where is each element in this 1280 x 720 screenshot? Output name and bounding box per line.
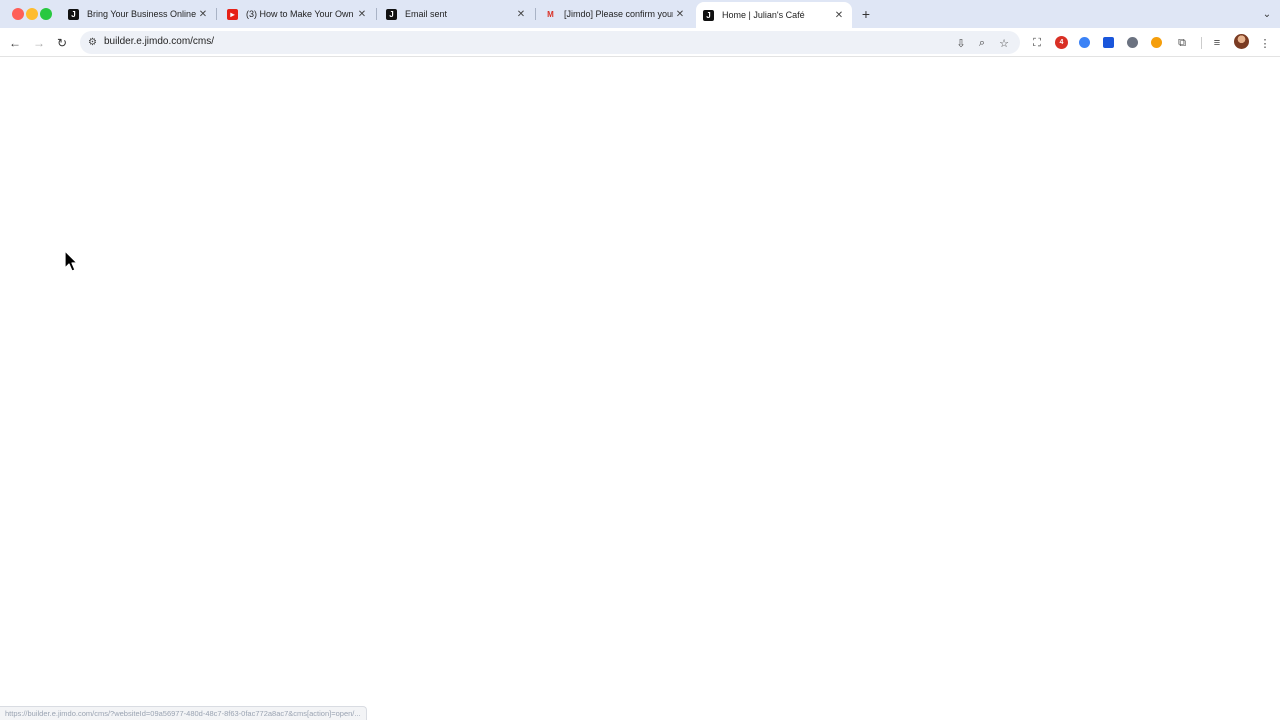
jimdo-icon: J xyxy=(386,8,397,20)
reading-list-icon[interactable]: ≡ xyxy=(1209,35,1225,51)
extension-translate-icon[interactable] xyxy=(1103,37,1114,48)
new-tab-icon[interactable]: + xyxy=(858,6,874,22)
reload-icon[interactable]: ↻ xyxy=(53,34,71,52)
back-icon[interactable]: ← xyxy=(6,34,24,52)
close-tab-icon[interactable]: ✕ xyxy=(673,7,687,21)
extensions-puzzle-icon[interactable]: ⧉ xyxy=(1174,35,1190,51)
close-tab-icon[interactable]: ✕ xyxy=(832,8,846,22)
tab-email-sent[interactable]: J Email sent ✕ xyxy=(380,3,532,25)
tab-bring-your-business-online[interactable]: J Bring Your Business Online | W ✕ xyxy=(62,3,214,25)
maximize-window-button[interactable] xyxy=(40,8,52,20)
tab-separator xyxy=(535,8,536,20)
tab-home-julians-cafe[interactable]: J Home | Julian's Café ✕ xyxy=(696,2,852,28)
more-menu-icon[interactable]: ⋮ xyxy=(1257,35,1273,51)
zoom-icon[interactable]: ⌕ xyxy=(974,35,990,51)
chevron-down-icon[interactable]: ⌄ xyxy=(1259,6,1275,22)
tab-title: (3) How to Make Your Own W xyxy=(246,9,355,19)
status-bar-url: https://builder.e.jimdo.com/cms/?website… xyxy=(0,706,367,720)
tab-title: Email sent xyxy=(405,9,448,19)
mouse-cursor-icon xyxy=(64,250,78,272)
browser-toolbar: ← → ↻ ⚙ builder.e.jimdo.com/cms/ ⇩ ⌕ ☆ ⛶… xyxy=(0,28,1280,57)
tab-strip: J Bring Your Business Online | W ✕ ▸ (3)… xyxy=(0,0,1280,28)
browser-window: J Bring Your Business Online | W ✕ ▸ (3)… xyxy=(0,0,1280,720)
address-url[interactable]: builder.e.jimdo.com/cms/ xyxy=(104,36,214,47)
jimdo-icon: J xyxy=(703,9,714,21)
jimdo-icon: J xyxy=(68,8,79,20)
gmail-icon: M xyxy=(547,9,554,19)
extension-color-icon[interactable] xyxy=(1151,37,1162,48)
screenshot-icon[interactable]: ⛶ xyxy=(1029,35,1045,51)
close-tab-icon[interactable]: ✕ xyxy=(514,7,528,21)
toolbar-separator xyxy=(1201,37,1202,49)
site-info-icon[interactable]: ⚙ xyxy=(86,36,99,49)
close-tab-icon[interactable]: ✕ xyxy=(355,7,369,21)
youtube-icon: ▸ xyxy=(227,8,238,20)
bookmark-star-icon[interactable]: ☆ xyxy=(996,35,1012,51)
address-bar[interactable]: ⚙ builder.e.jimdo.com/cms/ xyxy=(80,31,1020,54)
install-app-icon[interactable]: ⇩ xyxy=(953,35,969,51)
forward-icon[interactable]: → xyxy=(30,34,48,52)
extension-badge-icon[interactable]: 4 xyxy=(1055,36,1068,49)
close-window-button[interactable] xyxy=(12,8,24,20)
tab-title: [Jimdo] Please confirm your e xyxy=(564,9,673,19)
minimize-window-button[interactable] xyxy=(26,8,38,20)
tab-title: Bring Your Business Online | W xyxy=(87,9,196,19)
extension-tag-icon[interactable] xyxy=(1079,37,1090,48)
close-tab-icon[interactable]: ✕ xyxy=(196,7,210,21)
tab-how-to-make-your-own[interactable]: ▸ (3) How to Make Your Own W ✕ xyxy=(221,3,373,25)
profile-avatar[interactable] xyxy=(1234,34,1249,49)
tab-title: Home | Julian's Café xyxy=(722,10,805,20)
page-content-blank xyxy=(0,57,1280,720)
tab-separator xyxy=(216,8,217,20)
tab-separator xyxy=(376,8,377,20)
extension-grammar-icon[interactable] xyxy=(1127,37,1138,48)
tab-jimdo-confirm-email[interactable]: M [Jimdo] Please confirm your e ✕ xyxy=(539,3,691,25)
